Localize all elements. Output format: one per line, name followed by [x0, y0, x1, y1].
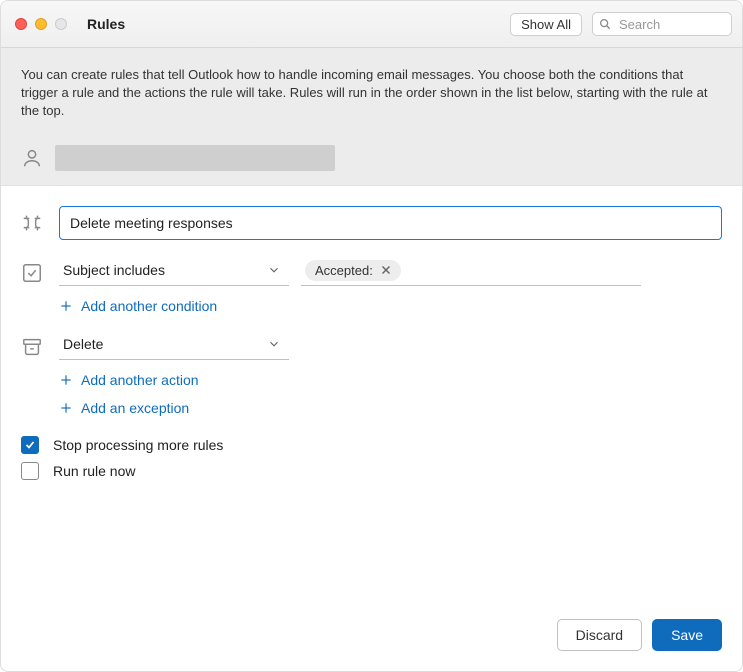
- traffic-lights: [15, 18, 67, 30]
- stop-processing-checkbox[interactable]: [21, 436, 39, 454]
- condition-field-dropdown[interactable]: Subject includes: [59, 256, 289, 286]
- condition-tag: Accepted:: [305, 260, 401, 281]
- add-condition-link[interactable]: Add another condition: [59, 298, 722, 314]
- condition-item: Subject includes Accepted:: [59, 256, 722, 286]
- rules-window: Rules Show All You can create rules that…: [0, 0, 743, 672]
- remove-tag-icon[interactable]: [379, 263, 393, 277]
- action-field-label: Delete: [63, 336, 267, 352]
- plus-icon: [59, 401, 73, 415]
- action-field-dropdown[interactable]: Delete: [59, 330, 289, 360]
- rule-name-input[interactable]: [59, 206, 722, 240]
- search-field[interactable]: [592, 12, 732, 36]
- zoom-window-button[interactable]: [55, 18, 67, 30]
- minimize-window-button[interactable]: [35, 18, 47, 30]
- add-action-label: Add another action: [81, 372, 199, 388]
- run-now-row: Run rule now: [21, 462, 722, 480]
- rules-description: You can create rules that tell Outlook h…: [21, 66, 722, 121]
- close-window-button[interactable]: [15, 18, 27, 30]
- show-all-button[interactable]: Show All: [510, 13, 582, 36]
- run-now-checkbox[interactable]: [21, 462, 39, 480]
- condition-field-label: Subject includes: [63, 262, 267, 278]
- run-now-label: Run rule now: [53, 463, 136, 479]
- window-title: Rules: [87, 16, 125, 32]
- archive-icon: [21, 336, 43, 358]
- check-icon: [21, 262, 43, 284]
- account-placeholder: [55, 145, 335, 171]
- rename-icon: [21, 212, 43, 234]
- body-section: Subject includes Accepted: Add another c…: [1, 186, 742, 605]
- actions-row: Delete Add another action Add an excepti…: [21, 330, 722, 416]
- person-icon: [21, 147, 43, 169]
- conditions-row: Subject includes Accepted: Add another c…: [21, 256, 722, 314]
- search-input[interactable]: [592, 12, 732, 36]
- stop-processing-label: Stop processing more rules: [53, 437, 223, 453]
- condition-tag-label: Accepted:: [315, 263, 373, 278]
- add-condition-label: Add another condition: [81, 298, 217, 314]
- search-icon: [598, 17, 612, 31]
- add-exception-label: Add an exception: [81, 400, 189, 416]
- chevron-down-icon: [267, 263, 281, 277]
- plus-icon: [59, 299, 73, 313]
- titlebar: Rules Show All: [1, 1, 742, 48]
- stop-processing-row: Stop processing more rules: [21, 436, 722, 454]
- account-row: [21, 145, 722, 171]
- checkmark-icon: [24, 439, 36, 451]
- add-exception-link[interactable]: Add an exception: [59, 400, 722, 416]
- chevron-down-icon: [267, 337, 281, 351]
- footer: Discard Save: [1, 605, 742, 671]
- discard-button[interactable]: Discard: [557, 619, 642, 651]
- rule-name-row: [21, 206, 722, 240]
- condition-value-field[interactable]: Accepted:: [301, 256, 641, 286]
- plus-icon: [59, 373, 73, 387]
- header-section: You can create rules that tell Outlook h…: [1, 48, 742, 186]
- save-button[interactable]: Save: [652, 619, 722, 651]
- add-action-link[interactable]: Add another action: [59, 372, 722, 388]
